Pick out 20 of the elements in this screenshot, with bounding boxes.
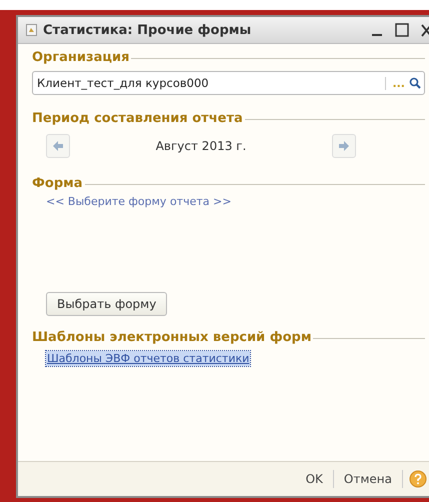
choose-form-link[interactable]: << Выберите форму отчета >> <box>46 195 232 208</box>
section-header: Шаблоны электронных версий форм <box>32 330 312 345</box>
section-header: Организация <box>32 50 130 65</box>
footer-button[interactable]: OK <box>302 470 327 488</box>
section-header: Форма <box>32 176 83 191</box>
section-header: Период составления отчета <box>32 111 243 126</box>
period-value: Август 2013 г. <box>156 139 246 153</box>
window-title: Статистика: Прочие формы <box>43 22 252 38</box>
search-icon[interactable] <box>409 77 421 89</box>
left-arrow-icon <box>53 141 63 151</box>
maximize-icon[interactable] <box>395 23 409 37</box>
help-icon[interactable] <box>409 470 427 488</box>
footer-button[interactable]: Отмена <box>340 470 396 488</box>
organization-field[interactable]: Клиент_тест_для курсов000 ... <box>32 71 425 95</box>
right-arrow-icon <box>339 141 349 151</box>
close-icon[interactable] <box>421 23 429 37</box>
templates-link[interactable]: Шаблоны ЭВФ отчетов статистики <box>46 351 250 366</box>
choose-form-button[interactable]: Выбрать форму <box>46 292 168 316</box>
field-value: Клиент_тест_для курсов000 <box>37 76 210 90</box>
window-app-icon <box>26 24 37 36</box>
